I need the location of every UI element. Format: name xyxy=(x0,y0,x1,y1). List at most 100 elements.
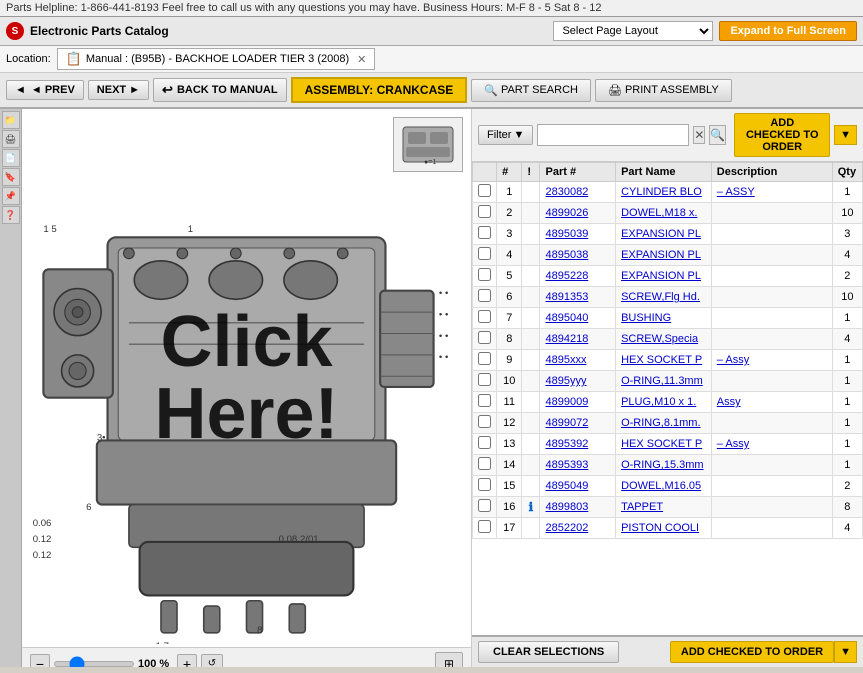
table-row: 10 4895yyy O-RING,11.3mm 1 xyxy=(473,371,863,392)
part-name-link[interactable]: HEX SOCKET P xyxy=(621,438,702,450)
sidebar-icon-4[interactable]: 🔖 xyxy=(2,168,20,186)
sidebar-icon-1[interactable]: 📁 xyxy=(2,111,20,129)
print-assembly-button[interactable]: 🖨 PRINT ASSEMBLY xyxy=(595,79,732,102)
part-number-link[interactable]: 2830082 xyxy=(545,186,588,198)
add-checked-bottom-button[interactable]: ADD CHECKED TO ORDER xyxy=(670,641,834,663)
row-num: 8 xyxy=(497,329,522,350)
row-checkbox[interactable] xyxy=(478,205,491,218)
row-checkbox[interactable] xyxy=(478,520,491,533)
part-name-link[interactable]: PISTON COOLI xyxy=(621,522,699,534)
row-checkbox[interactable] xyxy=(478,499,491,512)
part-number-link[interactable]: 4899072 xyxy=(545,417,588,429)
part-name-link[interactable]: SCREW,Specia xyxy=(621,333,698,345)
part-name-link[interactable]: SCREW,Flg Hd. xyxy=(621,291,700,303)
info-icon[interactable]: ℹ xyxy=(529,500,534,514)
row-checkbox[interactable] xyxy=(478,289,491,302)
manual-tab[interactable]: 📋 Manual : (B95B) - BACKHOE LOADER TIER … xyxy=(57,48,376,70)
part-desc: Assy xyxy=(717,396,741,408)
select-page-layout[interactable]: Select Page Layout xyxy=(553,21,713,41)
part-name-link[interactable]: TAPPET xyxy=(621,501,663,513)
part-name-link[interactable]: DOWEL,M16.05 xyxy=(621,480,701,492)
part-number-link[interactable]: 4899026 xyxy=(545,207,588,219)
part-number-link[interactable]: 4895049 xyxy=(545,480,588,492)
table-row: 6 4891353 SCREW,Flg Hd. 10 xyxy=(473,287,863,308)
add-checked-dropdown-button[interactable]: ▼ xyxy=(834,125,857,145)
part-name-link[interactable]: EXPANSION PL xyxy=(621,249,701,261)
part-number-link[interactable]: 4895038 xyxy=(545,249,588,261)
zoom-out-button[interactable]: − xyxy=(30,654,50,667)
part-number-link[interactable]: 4895228 xyxy=(545,270,588,282)
part-number-link[interactable]: 4895yyy xyxy=(545,375,586,387)
diagram-bottom: − 100 % + ↺ ⊞ xyxy=(22,647,471,667)
zoom-in-button[interactable]: + xyxy=(177,654,197,667)
part-name-link[interactable]: CYLINDER BLO xyxy=(621,186,702,198)
part-name-link[interactable]: EXPANSION PL xyxy=(621,270,701,282)
filter-search-button[interactable]: 🔍 xyxy=(709,125,726,145)
part-name-link[interactable]: O-RING,8.1mm. xyxy=(621,417,700,429)
sidebar-icon-3[interactable]: 📄 xyxy=(2,149,20,167)
part-number-link[interactable]: 4895xxx xyxy=(545,354,586,366)
part-number-link[interactable]: 4895393 xyxy=(545,459,588,471)
part-search-button[interactable]: 🔍 PART SEARCH xyxy=(471,79,591,102)
table-row: 4 4895038 EXPANSION PL 4 xyxy=(473,245,863,266)
row-checkbox[interactable] xyxy=(478,268,491,281)
row-checkbox-cell xyxy=(473,329,497,350)
filter-clear-button[interactable]: ✕ xyxy=(693,126,705,144)
back-to-manual-button[interactable]: ↩ BACK TO MANUAL xyxy=(153,78,287,102)
part-name-link[interactable]: BUSHING xyxy=(621,312,671,324)
part-name-link[interactable]: O-RING,11.3mm xyxy=(621,375,703,387)
row-checkbox[interactable] xyxy=(478,184,491,197)
row-part: 4895228 xyxy=(540,266,616,287)
tab-close-icon[interactable]: ✕ xyxy=(357,53,366,66)
row-checkbox[interactable] xyxy=(478,247,491,260)
part-name-link[interactable]: HEX SOCKET P xyxy=(621,354,702,366)
left-sidebar: 📁 🖨 📄 🔖 📌 ❓ xyxy=(0,109,22,667)
filter-input[interactable] xyxy=(537,124,689,146)
part-number-link[interactable]: 4894218 xyxy=(545,333,588,345)
row-checkbox[interactable] xyxy=(478,352,491,365)
row-warn xyxy=(522,350,540,371)
table-row: 14 4895393 O-RING,15.3mm 1 xyxy=(473,455,863,476)
view-icon-button[interactable]: ⊞ xyxy=(435,652,463,667)
row-checkbox[interactable] xyxy=(478,478,491,491)
diagram-area[interactable]: 1 5 1 0.06 0.12 0.12 0.08 2/01 1 7 8 • •… xyxy=(22,109,471,647)
part-number-link[interactable]: 4895040 xyxy=(545,312,588,324)
prev-button[interactable]: ◄ ◄ PREV xyxy=(6,80,84,100)
part-name-link[interactable]: PLUG,M10 x 1. xyxy=(621,396,696,408)
zoom-reset-button[interactable]: ↺ xyxy=(201,654,223,667)
sidebar-icon-2[interactable]: 🖨 xyxy=(2,130,20,148)
sidebar-icon-5[interactable]: 📌 xyxy=(2,187,20,205)
part-number-link[interactable]: 4895392 xyxy=(545,438,588,450)
col-header-part: Part # xyxy=(540,163,616,182)
part-number-link[interactable]: 4891353 xyxy=(545,291,588,303)
row-checkbox[interactable] xyxy=(478,331,491,344)
row-checkbox[interactable] xyxy=(478,310,491,323)
filter-bar: Filter ▼ ✕ 🔍 ADD CHECKED TO ORDER ▼ xyxy=(472,109,863,162)
parts-table-container[interactable]: # ! Part # Part Name Description Qty 1 2… xyxy=(472,162,863,635)
part-number-link[interactable]: 4899009 xyxy=(545,396,588,408)
row-checkbox[interactable] xyxy=(478,373,491,386)
row-num: 9 xyxy=(497,350,522,371)
clear-selections-button[interactable]: CLEAR SELECTIONS xyxy=(478,641,619,663)
row-num: 1 xyxy=(497,182,522,203)
row-checkbox[interactable] xyxy=(478,394,491,407)
row-checkbox[interactable] xyxy=(478,436,491,449)
row-checkbox[interactable] xyxy=(478,457,491,470)
row-checkbox-cell xyxy=(473,392,497,413)
next-button[interactable]: NEXT ► xyxy=(88,80,149,100)
add-checked-bottom-dropdown[interactable]: ▼ xyxy=(834,641,857,663)
part-name-link[interactable]: O-RING,15.3mm xyxy=(621,459,704,471)
part-name-link[interactable]: EXPANSION PL xyxy=(621,228,701,240)
part-name-link[interactable]: DOWEL,M18 x. xyxy=(621,207,697,219)
part-number-link[interactable]: 4895039 xyxy=(545,228,588,240)
row-checkbox[interactable] xyxy=(478,226,491,239)
part-number-link[interactable]: 4899803 xyxy=(545,501,588,513)
zoom-slider[interactable] xyxy=(54,661,134,667)
add-checked-button[interactable]: ADD CHECKED TO ORDER xyxy=(734,113,830,157)
filter-button[interactable]: Filter ▼ xyxy=(478,125,533,145)
row-checkbox[interactable] xyxy=(478,415,491,428)
part-number-link[interactable]: 2852202 xyxy=(545,522,588,534)
sidebar-icon-6[interactable]: ❓ xyxy=(2,206,20,224)
expand-button[interactable]: Expand to Full Screen xyxy=(719,21,857,41)
location-label: Location: xyxy=(6,53,51,65)
